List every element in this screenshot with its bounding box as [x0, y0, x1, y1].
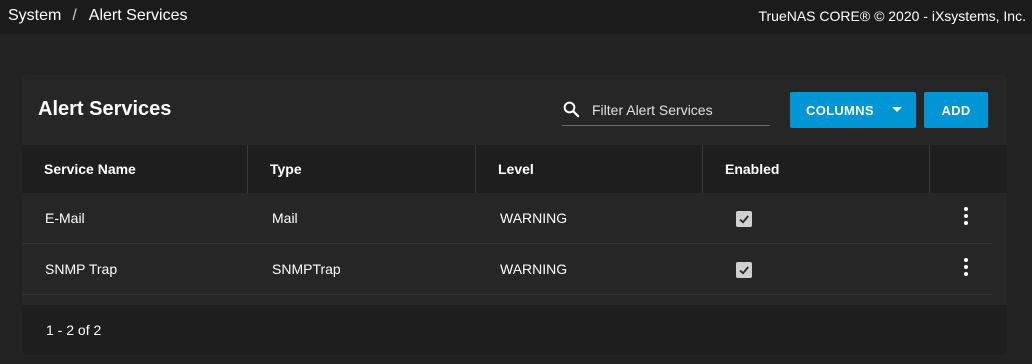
- table-header: Service Name Type Level Enabled: [22, 145, 1007, 193]
- breadcrumb-item-system[interactable]: System: [8, 7, 61, 25]
- pagination-text: 1 - 2 of 2: [46, 322, 102, 338]
- top-bar: System / Alert Services TrueNAS CORE® © …: [0, 0, 1032, 34]
- cell-service-name: E-Mail: [45, 210, 85, 226]
- caret-down-icon: [892, 107, 902, 112]
- header-level[interactable]: Level: [476, 145, 703, 193]
- search-icon: [563, 101, 580, 118]
- cell-level: WARNING: [500, 210, 568, 226]
- cell-type: SNMPTrap: [272, 261, 341, 277]
- enabled-checkbox[interactable]: [736, 262, 752, 278]
- breadcrumb: System / Alert Services: [8, 7, 188, 25]
- card-title: Alert Services: [38, 98, 172, 120]
- cell-service-name: SNMP Trap: [45, 261, 118, 277]
- copyright-text: TrueNAS CORE® © 2020 - iXsystems, Inc.: [758, 8, 1026, 24]
- table-row: E-Mail Mail WARNING: [22, 193, 992, 244]
- add-button[interactable]: ADD: [924, 92, 988, 128]
- table-footer: 1 - 2 of 2: [22, 305, 1007, 355]
- alert-services-card: Alert Services COLUMNS ADD Service Name …: [22, 75, 1007, 355]
- breadcrumb-item-alert-services: Alert Services: [88, 7, 188, 24]
- breadcrumb-separator: /: [72, 7, 77, 24]
- header-enabled[interactable]: Enabled: [703, 145, 930, 193]
- filter-input[interactable]: [590, 97, 772, 123]
- columns-button[interactable]: COLUMNS: [790, 92, 916, 128]
- more-vert-icon[interactable]: [960, 207, 972, 227]
- enabled-checkbox[interactable]: [736, 211, 752, 227]
- cell-type: Mail: [272, 210, 298, 226]
- header-type[interactable]: Type: [248, 145, 476, 193]
- add-button-label: ADD: [941, 102, 971, 118]
- header-service-name[interactable]: Service Name: [22, 145, 248, 193]
- check-icon: [739, 215, 749, 224]
- cell-level: WARNING: [500, 261, 568, 277]
- filter-field[interactable]: [562, 95, 772, 126]
- columns-button-label: COLUMNS: [806, 102, 874, 118]
- more-vert-icon[interactable]: [960, 258, 972, 278]
- check-icon: [739, 266, 749, 275]
- table-row: SNMP Trap SNMPTrap WARNING: [22, 244, 992, 295]
